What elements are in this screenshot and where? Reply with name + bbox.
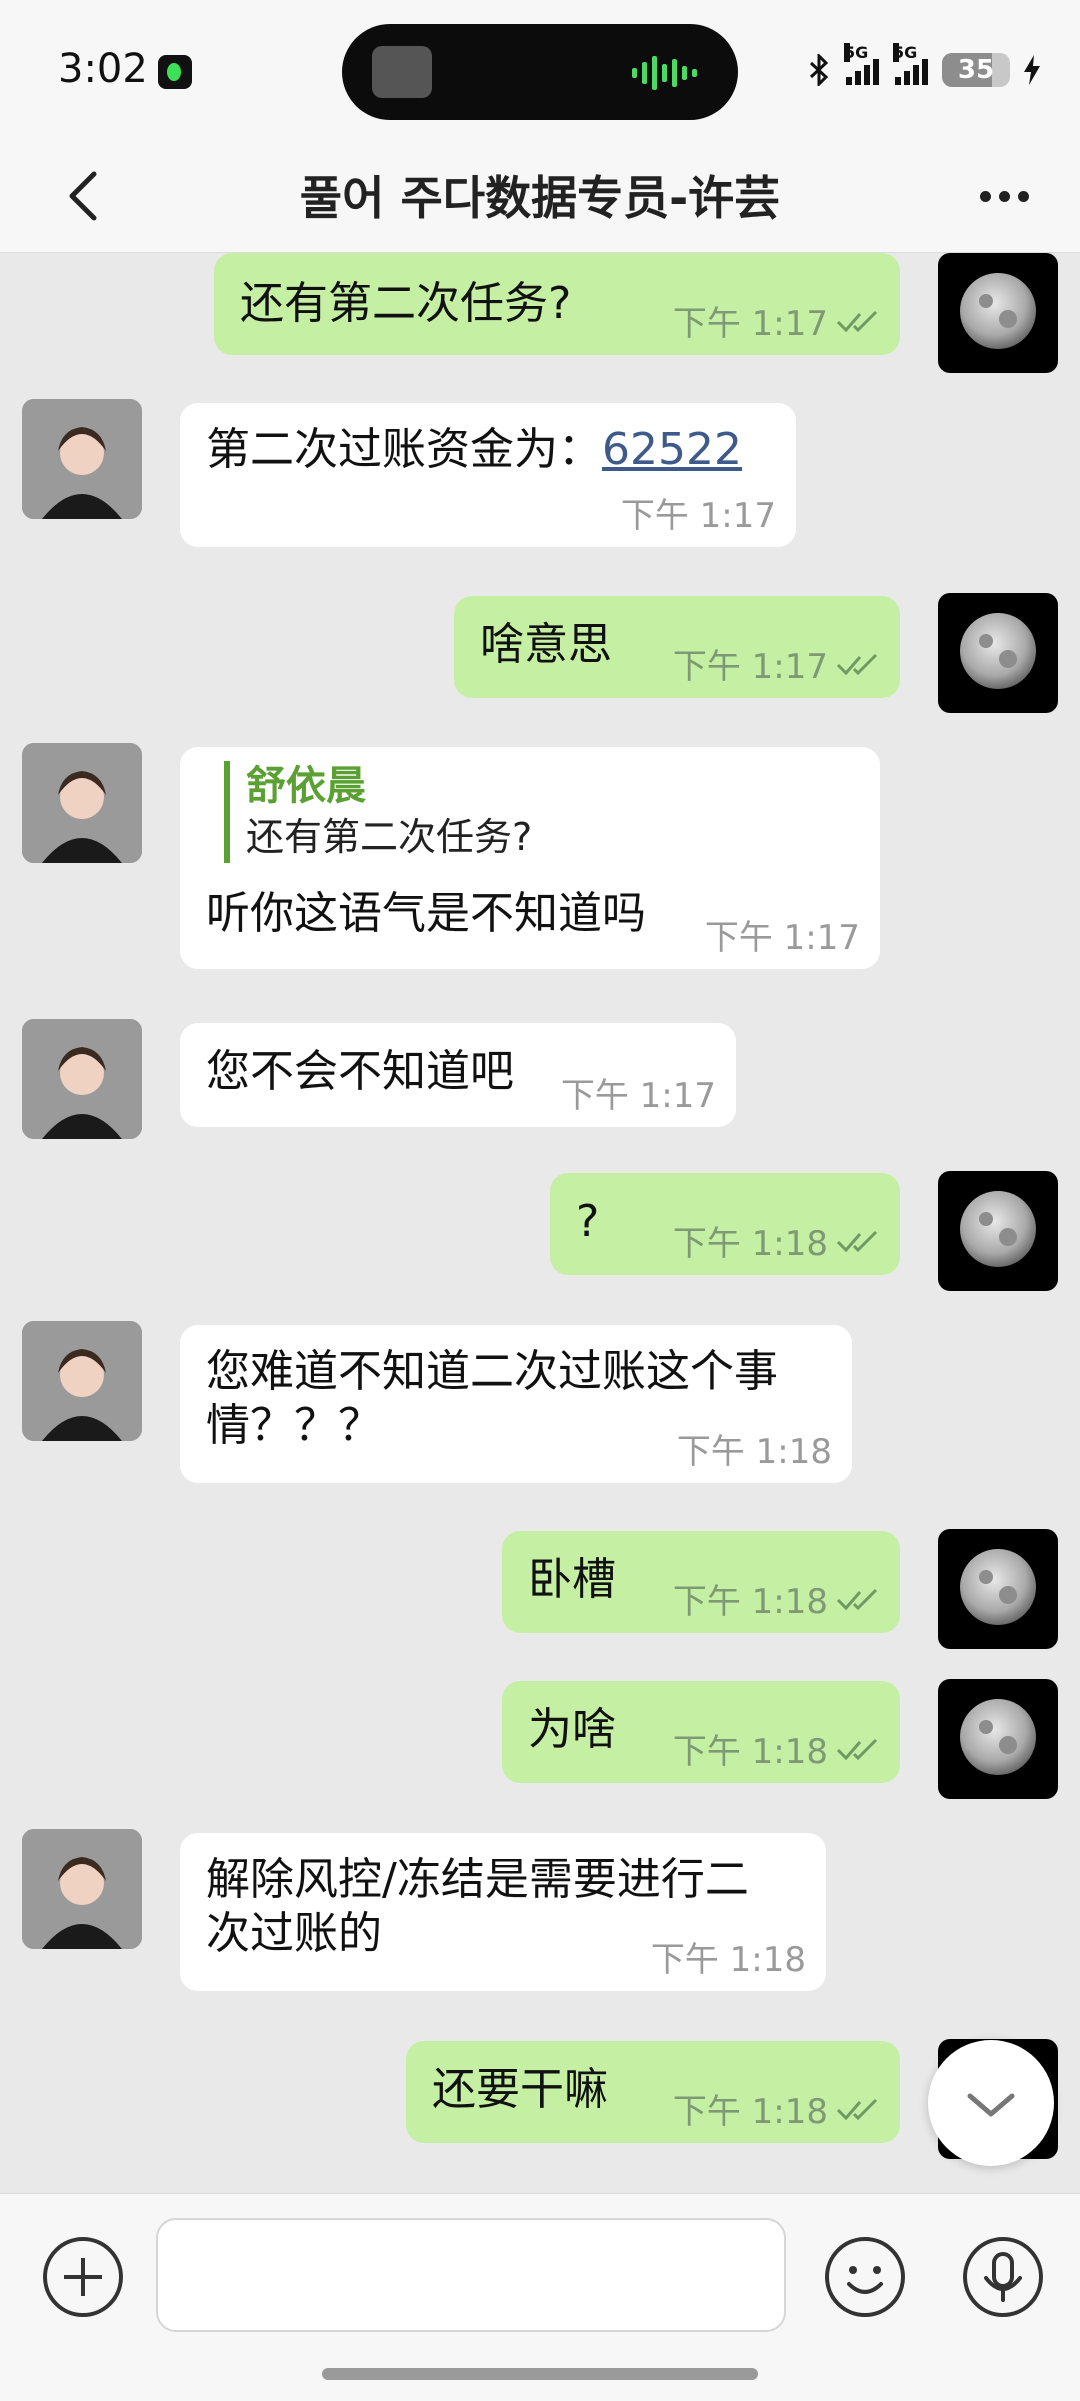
quoted-sender: 舒依晨 xyxy=(246,763,366,809)
message-text: 第二次过账资金为： xyxy=(206,424,602,475)
my-avatar[interactable] xyxy=(938,593,1058,713)
message-outgoing[interactable]: 为啥 下午 1:18 xyxy=(502,1681,900,1783)
more-options-button[interactable] xyxy=(968,164,1040,228)
contact-avatar[interactable] xyxy=(22,743,142,863)
message-incoming[interactable]: 您不会不知道吧 下午 1:17 xyxy=(180,1023,736,1127)
signal-1-icon: 5G xyxy=(844,43,879,85)
read-receipt-icon xyxy=(836,1588,878,1610)
message-time: 下午 1:17 xyxy=(620,496,776,536)
music-app-icon xyxy=(158,55,192,89)
quoted-message[interactable]: 舒依晨 还有第二次任务? xyxy=(224,761,532,863)
home-indicator xyxy=(322,2368,758,2380)
read-receipt-icon xyxy=(836,1230,878,1252)
contact-avatar[interactable] xyxy=(22,399,142,519)
message-time: 下午 1:17 xyxy=(672,647,828,687)
message-input[interactable] xyxy=(156,2218,786,2332)
status-indicators: 5G 5G 35 xyxy=(808,43,1040,92)
audio-wave-icon xyxy=(632,56,697,90)
message-time: 下午 1:17 xyxy=(560,1076,716,1116)
attach-plus-button[interactable] xyxy=(40,2234,126,2320)
back-button[interactable] xyxy=(56,164,116,228)
chat-title[interactable]: 풀어 주다数据专员-许芸 xyxy=(150,162,930,228)
message-text: 还有第二次任务? xyxy=(240,278,572,329)
chat-header: 풀어 주다数据专员-许芸 xyxy=(0,140,1080,253)
album-art-icon xyxy=(372,46,432,98)
contact-avatar[interactable] xyxy=(22,1829,142,1949)
bluetooth-icon xyxy=(809,54,829,86)
read-receipt-icon xyxy=(836,310,878,332)
quoted-text: 还有第二次任务? xyxy=(246,815,533,859)
message-time: 下午 1:17 xyxy=(672,304,828,344)
message-incoming-reply[interactable]: 舒依晨 还有第二次任务? 听你这语气是不知道吗 下午 1:17 xyxy=(180,747,880,969)
message-text-line: 您难道不知道二次过账这个事 xyxy=(206,1346,778,1397)
message-text: 啥意思 xyxy=(480,619,612,670)
message-outgoing[interactable]: ? 下午 1:18 xyxy=(550,1173,900,1275)
dot-icon xyxy=(979,190,991,202)
message-time: 下午 1:18 xyxy=(676,1432,832,1472)
message-incoming[interactable]: 第二次过账资金为：62522 下午 1:17 xyxy=(180,403,796,547)
message-outgoing[interactable]: 还要干嘛 下午 1:18 xyxy=(406,2041,900,2143)
amount-link[interactable]: 62522 xyxy=(602,424,742,475)
message-outgoing[interactable]: 还有第二次任务? 下午 1:17 xyxy=(214,253,900,355)
status-time: 3:02 xyxy=(58,46,148,92)
message-text: 听你这语气是不知道吗 xyxy=(206,888,646,939)
message-time: 下午 1:17 xyxy=(704,918,860,958)
message-outgoing[interactable]: 啥意思 下午 1:17 xyxy=(454,596,900,698)
battery-level: 35 xyxy=(957,55,995,85)
chevron-down-icon xyxy=(967,2093,1015,2117)
emoji-button[interactable] xyxy=(822,2234,908,2320)
dot-icon xyxy=(1017,190,1029,202)
scroll-to-bottom-button[interactable] xyxy=(928,2040,1054,2166)
read-receipt-icon xyxy=(836,1738,878,1760)
message-time: 下午 1:18 xyxy=(672,1224,828,1264)
message-outgoing[interactable]: 卧槽 下午 1:18 xyxy=(502,1531,900,1633)
network-label-1: 5G xyxy=(844,43,869,62)
my-avatar[interactable] xyxy=(938,1529,1058,1649)
signal-2-icon: 5G xyxy=(893,43,928,85)
message-time: 下午 1:18 xyxy=(672,1732,828,1772)
charging-bolt-icon xyxy=(1024,55,1040,85)
message-time: 下午 1:18 xyxy=(672,2092,828,2132)
contact-avatar[interactable] xyxy=(22,1321,142,1441)
status-bar: 3:02 5G 5G 35 xyxy=(0,0,1080,140)
dot-icon xyxy=(998,190,1010,202)
voice-button[interactable] xyxy=(960,2234,1046,2320)
my-avatar[interactable] xyxy=(938,1679,1058,1799)
contact-avatar[interactable] xyxy=(22,1019,142,1139)
message-text: 卧槽 xyxy=(528,1554,616,1605)
message-text: 还要干嘛 xyxy=(432,2064,608,2115)
network-label-2: 5G xyxy=(893,43,918,62)
dynamic-island[interactable] xyxy=(342,24,738,120)
message-incoming[interactable]: 解除风控/冻结是需要进行二 次过账的 下午 1:18 xyxy=(180,1833,826,1991)
chat-messages[interactable]: 还有第二次任务? 下午 1:17 第二次过账资金为：62522 下午 1:17 … xyxy=(0,253,1080,2193)
read-receipt-icon xyxy=(836,653,878,675)
my-avatar[interactable] xyxy=(938,1171,1058,1291)
my-avatar[interactable] xyxy=(938,253,1058,373)
message-text: ? xyxy=(576,1196,600,1247)
message-text: 您不会不知道吧 xyxy=(206,1046,514,1097)
read-receipt-icon xyxy=(836,2098,878,2120)
message-text: 为啥 xyxy=(528,1704,616,1755)
message-time: 下午 1:18 xyxy=(650,1940,806,1980)
battery-icon: 35 xyxy=(942,53,1010,87)
message-incoming[interactable]: 您难道不知道二次过账这个事 情？？？ 下午 1:18 xyxy=(180,1325,852,1483)
message-text-line: 解除风控/冻结是需要进行二 xyxy=(206,1854,749,1905)
message-time: 下午 1:18 xyxy=(672,1582,828,1622)
